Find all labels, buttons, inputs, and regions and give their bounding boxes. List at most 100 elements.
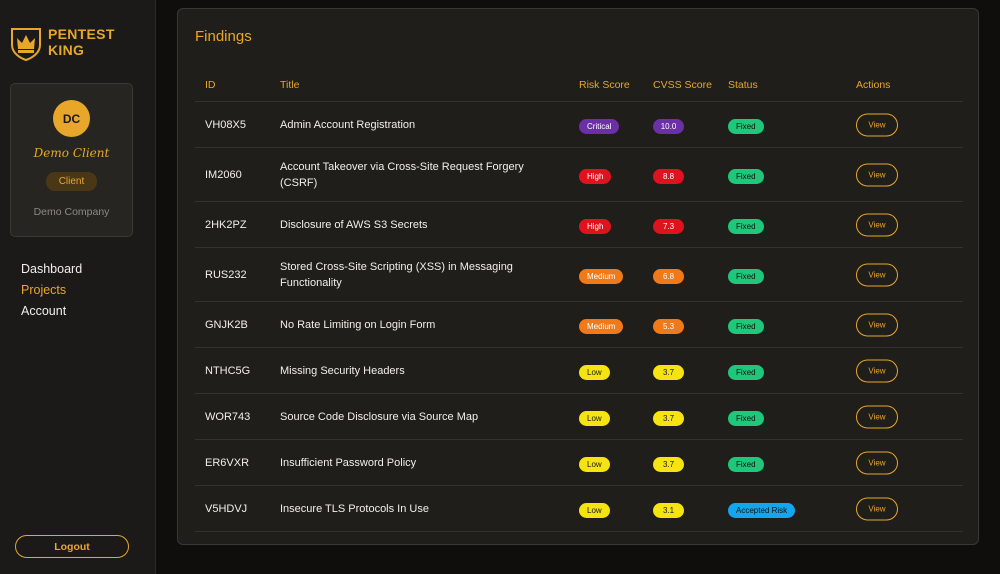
client-name: Demo Client xyxy=(33,146,110,160)
finding-title: Missing Security Headers xyxy=(280,364,405,377)
finding-id: GNJK2B xyxy=(205,318,248,331)
actions-cell: View xyxy=(856,163,898,186)
status-badge: Accepted Risk xyxy=(728,502,796,518)
cvss-badge: 6.8 xyxy=(653,268,684,284)
status-cell: Accepted Risk xyxy=(728,500,796,518)
page-title: Findings xyxy=(195,28,252,45)
risk-badge: High xyxy=(579,218,612,234)
cvss-score-cell: 10.0 xyxy=(653,116,684,134)
actions-cell: View xyxy=(856,213,898,236)
status-badge: Fixed xyxy=(728,410,764,426)
header-actions: Actions xyxy=(856,79,891,91)
cvss-badge: 10.0 xyxy=(653,118,684,134)
table-row: V5HDVJ Insecure TLS Protocols In Use Low 3.… xyxy=(195,486,963,532)
table-row: ER6VXR Insufficient Password Policy Low 3.7… xyxy=(195,440,963,486)
cvss-badge: 8.8 xyxy=(653,168,684,184)
view-button[interactable]: View xyxy=(856,497,898,520)
finding-id: 2HK2PZ xyxy=(205,218,247,231)
view-button[interactable]: View xyxy=(856,451,898,474)
cvss-score-cell: 8.8 xyxy=(653,166,684,184)
header-risk-score[interactable]: Risk Score xyxy=(579,79,630,91)
cvss-badge: 3.1 xyxy=(653,502,684,518)
risk-badge: High xyxy=(579,168,612,184)
table-header: ID Title Risk Score CVSS Score Status Ac… xyxy=(195,69,963,102)
finding-title: Stored Cross-Site Scripting (XSS) in Mes… xyxy=(280,260,513,289)
findings-panel: Findings ID Title Risk Score CVSS Score … xyxy=(177,8,979,545)
risk-badge: Critical xyxy=(579,118,620,134)
view-button[interactable]: View xyxy=(856,163,898,186)
cvss-badge: 3.7 xyxy=(653,456,684,472)
view-button[interactable]: View xyxy=(856,405,898,428)
header-cvss-score[interactable]: CVSS Score xyxy=(653,79,712,91)
actions-cell: View xyxy=(856,313,898,336)
status-cell: Fixed xyxy=(728,116,764,134)
risk-badge: Low xyxy=(579,456,610,472)
nav-item-dashboard[interactable]: Dashboard xyxy=(21,259,82,280)
risk-score-cell: High xyxy=(579,166,612,184)
risk-badge: Low xyxy=(579,410,610,426)
status-badge: Fixed xyxy=(728,364,764,380)
brand-logo[interactable]: PENTEST KING xyxy=(10,26,115,61)
risk-badge: Low xyxy=(579,364,610,380)
logout-button[interactable]: Logout xyxy=(15,535,129,558)
actions-cell: View xyxy=(856,497,898,520)
view-button[interactable]: View xyxy=(856,213,898,236)
cvss-score-cell: 5.3 xyxy=(653,316,684,334)
finding-id: WOR743 xyxy=(205,410,251,423)
header-id[interactable]: ID xyxy=(205,79,216,91)
header-status[interactable]: Status xyxy=(728,79,758,91)
cvss-score-cell: 3.7 xyxy=(653,454,684,472)
role-badge: Client xyxy=(46,172,97,191)
cvss-badge: 5.3 xyxy=(653,318,684,334)
company-name: Demo Company xyxy=(33,206,110,218)
finding-title: Admin Account Registration xyxy=(280,118,416,131)
finding-title: Insufficient Password Policy xyxy=(280,456,417,469)
finding-title: Disclosure of AWS S3 Secrets xyxy=(280,218,428,231)
status-cell: Fixed xyxy=(728,408,764,426)
status-cell: Fixed xyxy=(728,362,764,380)
cvss-score-cell: 6.8 xyxy=(653,266,684,284)
finding-id: V5HDVJ xyxy=(205,502,248,515)
brand-line-2: KING xyxy=(48,42,85,58)
risk-score-cell: High xyxy=(579,216,612,234)
risk-score-cell: Low xyxy=(579,362,610,380)
cvss-score-cell: 3.1 xyxy=(653,500,684,518)
status-badge: Fixed xyxy=(728,168,764,184)
finding-title: Account Takeover via Cross-Site Request … xyxy=(280,160,524,189)
actions-cell: View xyxy=(856,359,898,382)
status-badge: Fixed xyxy=(728,118,764,134)
cvss-score-cell: 7.3 xyxy=(653,216,684,234)
cvss-badge: 3.7 xyxy=(653,364,684,380)
finding-title: No Rate Limiting on Login Form xyxy=(280,318,436,331)
risk-score-cell: Low xyxy=(579,500,610,518)
finding-id: RUS232 xyxy=(205,268,247,281)
status-badge: Fixed xyxy=(728,318,764,334)
brand-name: PENTEST KING xyxy=(48,26,115,58)
crown-shield-icon xyxy=(11,28,41,61)
view-button[interactable]: View xyxy=(856,263,898,286)
status-cell: Fixed xyxy=(728,216,764,234)
table-row: IM2060 Account Takeover via Cross-Site Re… xyxy=(195,148,963,202)
cvss-badge: 3.7 xyxy=(653,410,684,426)
view-button[interactable]: View xyxy=(856,359,898,382)
table-row: NTHC5G Missing Security Headers Low 3.7 Fixe… xyxy=(195,348,963,394)
status-badge: Fixed xyxy=(728,268,764,284)
header-title[interactable]: Title xyxy=(280,77,560,93)
risk-score-cell: Medium xyxy=(579,266,624,284)
risk-badge: Low xyxy=(579,502,610,518)
finding-id: VH08X5 xyxy=(205,118,246,131)
nav-item-account[interactable]: Account xyxy=(21,301,82,322)
view-button[interactable]: View xyxy=(856,313,898,336)
risk-score-cell: Low xyxy=(579,454,610,472)
table-row: GNJK2B No Rate Limiting on Login Form Medi… xyxy=(195,302,963,348)
nav-item-projects[interactable]: Projects xyxy=(21,280,82,301)
status-cell: Fixed xyxy=(728,454,764,472)
actions-cell: View xyxy=(856,451,898,474)
actions-cell: View xyxy=(856,263,898,286)
view-button[interactable]: View xyxy=(856,113,898,136)
cvss-badge: 7.3 xyxy=(653,218,684,234)
risk-badge: Medium xyxy=(579,268,624,284)
findings-table: ID Title Risk Score CVSS Score Status Ac… xyxy=(195,69,963,532)
table-row: 2HK2PZ Disclosure of AWS S3 Secrets High 7.… xyxy=(195,202,963,248)
table-body: VH08X5 Admin Account Registration Critical… xyxy=(195,102,963,532)
